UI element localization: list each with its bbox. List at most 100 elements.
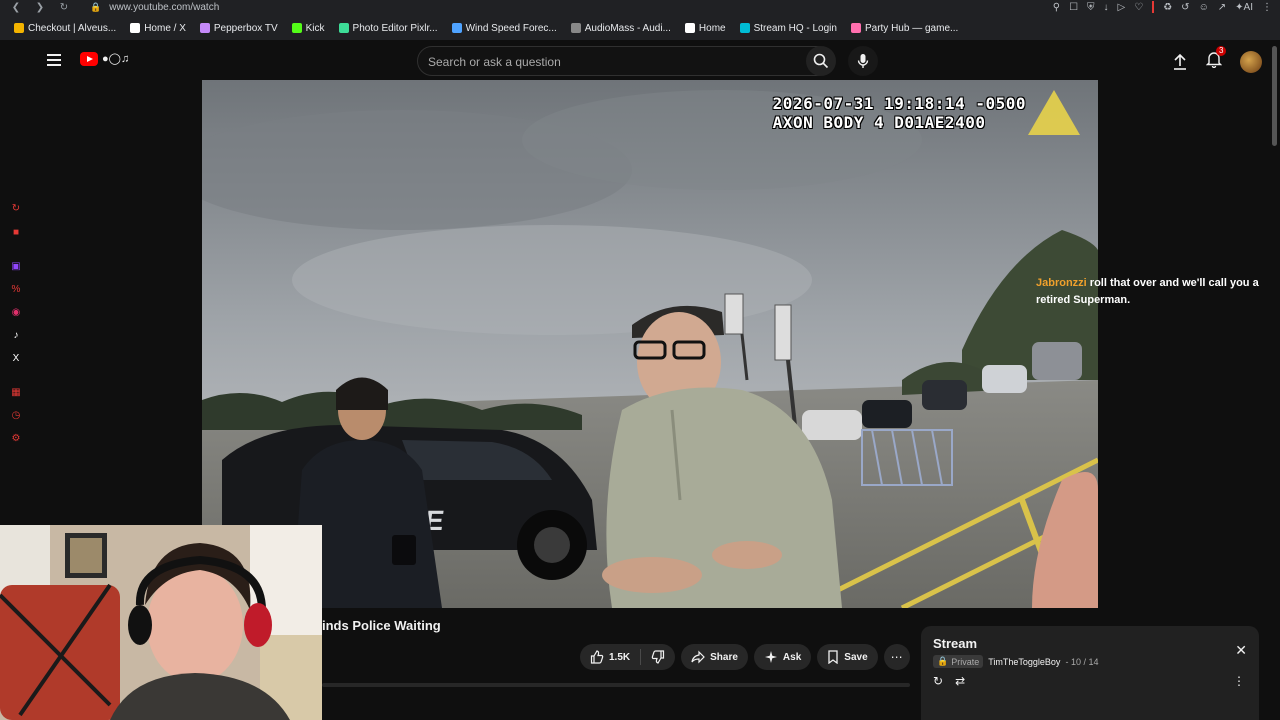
x-icon[interactable]: X	[10, 352, 22, 364]
clock-icon[interactable]: ◷	[10, 409, 22, 421]
bookmark-icon	[828, 650, 838, 664]
calendar-icon[interactable]: ▦	[10, 386, 22, 398]
bookmark-favicon-icon	[684, 23, 695, 33]
bookmark-favicon-icon	[291, 23, 302, 33]
shuffle-icon[interactable]: ⇄	[955, 674, 965, 688]
bookmark-item[interactable]: Kick	[291, 22, 325, 34]
bookmark-item[interactable]: Checkout | Alveus...	[14, 23, 116, 34]
dislike-button[interactable]	[641, 644, 675, 670]
save-label: Save	[844, 651, 868, 663]
search-button[interactable]	[806, 46, 836, 76]
bookmark-item[interactable]: Stream HQ - Login	[739, 23, 837, 34]
twitch-icon[interactable]: ▣	[10, 260, 22, 272]
playlist-controls: ↻ ⇄	[933, 674, 965, 688]
bookmark-label: Wind Speed Forec...	[465, 22, 557, 34]
history-icon[interactable]: ↺	[1181, 2, 1189, 13]
lock-icon: 🔒	[937, 656, 949, 666]
microphone-icon	[857, 54, 869, 68]
save-button[interactable]: Save	[817, 644, 878, 670]
notification-badge: 3	[1216, 46, 1227, 56]
extension-icons: ⚲ ☐ ⛨ ↓ ▷ ♡ ♻ ↺ ☺ ↗ ✦AI ⋮	[1053, 0, 1272, 14]
youtube-header: ●◯♫ 3	[30, 40, 1280, 80]
download-icon[interactable]: ↓	[1104, 2, 1109, 13]
back-icon[interactable]: ❮	[8, 2, 24, 13]
share-icon	[691, 650, 705, 664]
playlist-owner[interactable]: TimTheToggleBoy	[988, 657, 1060, 667]
forward-icon[interactable]: ❯	[32, 2, 48, 13]
ai-icon[interactable]: ✦AI	[1235, 2, 1253, 13]
pin-icon[interactable]: ⚲	[1053, 2, 1060, 13]
reload-icon[interactable]: ↻	[56, 2, 72, 13]
bookmark-favicon-icon	[570, 23, 581, 33]
gear-icon[interactable]: ⚙	[10, 432, 22, 444]
share-button[interactable]: Share	[681, 644, 748, 670]
bookmark-item[interactable]: AudioMass - Audi...	[570, 23, 671, 34]
heart-icon[interactable]: ♡	[1134, 2, 1143, 13]
shield-icon[interactable]: ⛨	[1087, 2, 1095, 13]
lock-icon: 🔒	[90, 1, 102, 12]
instagram-icon[interactable]: ◉	[10, 306, 22, 318]
webcam-overlay	[0, 525, 322, 720]
voice-search-button[interactable]	[848, 46, 878, 76]
like-button[interactable]: 1.5K	[580, 644, 640, 670]
share-label: Share	[710, 651, 738, 663]
playlist-count: 10 / 14	[1070, 656, 1099, 667]
bookmark-label: Home / X	[144, 22, 186, 34]
ask-button[interactable]: Ask	[753, 644, 812, 670]
playlist-title[interactable]: Stream	[933, 636, 1247, 651]
page-scrollbar[interactable]	[1272, 46, 1277, 146]
bookmark-favicon-icon	[14, 23, 24, 33]
video-title: inds Police Waiting	[322, 618, 441, 633]
notifications-button[interactable]: 3	[1205, 46, 1227, 73]
url-text[interactable]: www.youtube.com/watch	[109, 2, 219, 13]
webcam-image	[0, 525, 322, 720]
horizontal-scrollbar[interactable]	[322, 683, 910, 687]
sparkle-icon	[764, 651, 777, 663]
more-horizontal-icon: ⋯	[890, 650, 903, 664]
bookmark-label: Checkout | Alveus...	[28, 22, 117, 34]
bookmark-favicon-icon	[338, 23, 349, 33]
bookmark-label: Pepperbox TV	[213, 22, 278, 34]
avatar[interactable]	[1240, 50, 1262, 73]
tiktok-icon[interactable]: ♪	[10, 329, 22, 341]
privacy-badge: 🔒 Private	[933, 655, 984, 668]
bookmark-label: Party Hub — game...	[864, 22, 959, 34]
bookmark-item[interactable]: Wind Speed Forec...	[451, 22, 557, 34]
search-box	[417, 46, 832, 76]
close-icon[interactable]: ✕	[1235, 642, 1247, 659]
share-icon[interactable]: ↗	[1218, 2, 1226, 13]
playlist-position: - 10 / 14	[1065, 656, 1099, 667]
bookmark-item[interactable]: Photo Editor Pixlr...	[338, 23, 438, 34]
like-dislike-group: 1.5K	[580, 644, 676, 670]
search-icon	[813, 53, 829, 69]
bookmark-favicon-icon	[130, 23, 141, 33]
screen: ❮ ❯ ↻ 🔒 www.youtube.com/watch ⚲ ☐ ⛨ ↓ ▷ …	[0, 0, 1280, 720]
refresh-icon[interactable]: ↻	[10, 202, 22, 214]
bookmark-item[interactable]: Party Hub — game...	[850, 22, 959, 34]
menu-icon[interactable]	[47, 54, 61, 66]
bookmark-favicon-icon	[739, 23, 750, 33]
bookmark-item[interactable]: Home / X	[130, 23, 186, 34]
bookmark-icon[interactable]: ☐	[1069, 2, 1078, 13]
bookmark-label: Kick	[305, 22, 325, 34]
video-player[interactable]: LICE 2026-07-31 19:18:14 -0500	[202, 80, 1098, 608]
video-frame-image: LICE	[202, 80, 1098, 608]
bookmark-item[interactable]: Home	[684, 22, 726, 34]
loop-icon[interactable]: ↻	[933, 674, 943, 688]
upload-icon[interactable]	[1172, 53, 1188, 71]
search-input[interactable]	[428, 53, 798, 71]
bookmark-item[interactable]: Pepperbox TV	[199, 22, 278, 34]
profile-icon[interactable]: ☺	[1199, 2, 1209, 13]
more-actions-button[interactable]: ⋯	[883, 644, 910, 670]
menu-icon[interactable]: ⋮	[1262, 2, 1272, 13]
play-icon[interactable]: ▷	[1118, 2, 1126, 13]
lock-icon[interactable]: ■	[10, 226, 22, 238]
header-actions: 3	[1172, 46, 1262, 73]
like-count: 1.5K	[609, 651, 631, 663]
percent-icon[interactable]: %	[10, 283, 22, 295]
puzzle-icon[interactable]: ♻	[1163, 2, 1172, 13]
more-vertical-icon[interactable]: ⋮	[1233, 674, 1245, 688]
bodycam-timestamp: 2026-07-31 19:18:14 -0500 AXON BODY 4 D0…	[773, 94, 1026, 132]
youtube-logo-icon[interactable]	[80, 52, 98, 66]
bookmark-label: Home	[698, 22, 726, 34]
